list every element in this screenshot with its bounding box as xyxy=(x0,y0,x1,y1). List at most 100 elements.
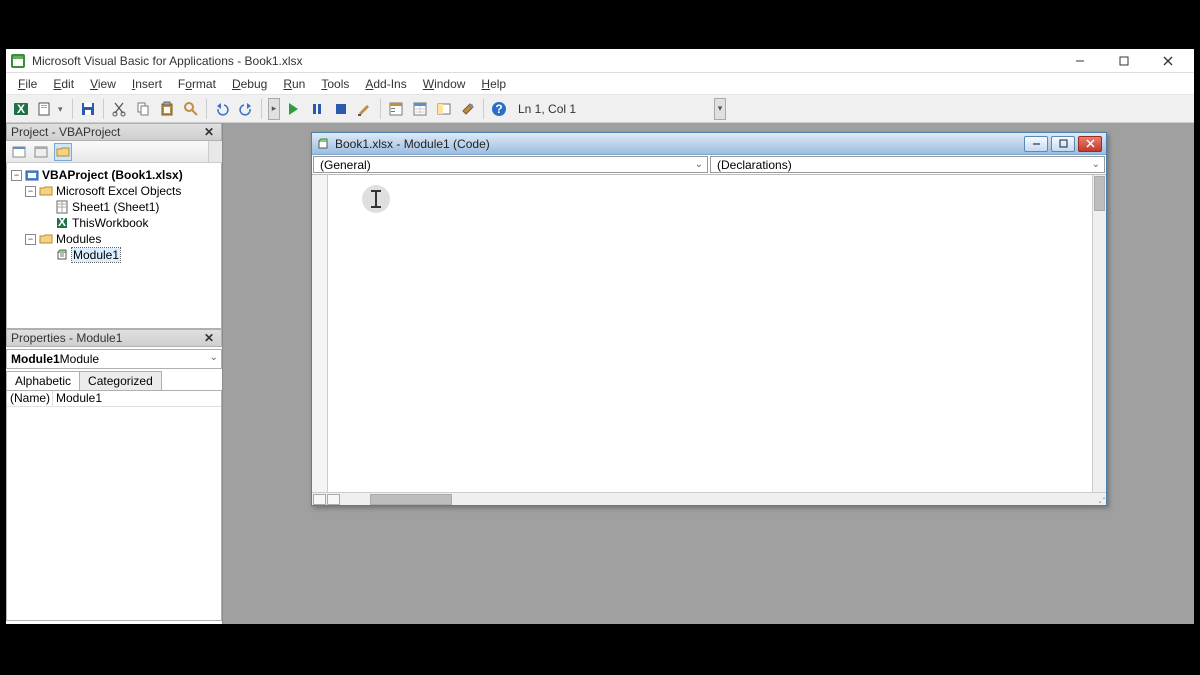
procedure-view-icon[interactable] xyxy=(313,494,326,505)
undo-icon[interactable] xyxy=(211,98,233,120)
folder-icon xyxy=(39,232,53,246)
properties-grid[interactable]: (Name) Module1 xyxy=(6,390,222,621)
project-explorer-icon[interactable] xyxy=(385,98,407,120)
props-combo-type: Module xyxy=(60,352,99,366)
code-margin xyxy=(312,175,328,492)
project-explorer: Project - VBAProject ✕ − VBAProject (Boo… xyxy=(6,123,222,329)
menu-view[interactable]: View xyxy=(82,75,124,93)
worksheet-icon xyxy=(55,200,69,214)
code-minimize-button[interactable] xyxy=(1024,136,1048,152)
properties-window-icon[interactable] xyxy=(409,98,431,120)
code-window-controls xyxy=(1024,136,1102,152)
object-selector[interactable]: (General) ⌄ xyxy=(313,156,708,173)
break-icon[interactable] xyxy=(306,98,328,120)
property-row-name[interactable]: (Name) Module1 xyxy=(7,391,221,407)
scrollbar-thumb[interactable] xyxy=(370,494,452,505)
tree-modules-folder[interactable]: − Modules xyxy=(9,231,219,247)
reset-icon[interactable] xyxy=(330,98,352,120)
design-mode-icon[interactable] xyxy=(354,98,376,120)
view-object-icon[interactable] xyxy=(32,143,50,161)
tree-project-root[interactable]: − VBAProject (Book1.xlsx) xyxy=(9,167,219,183)
chevron-down-icon: ⌄ xyxy=(695,159,703,170)
code-editor-area[interactable] xyxy=(312,175,1106,492)
full-module-view-icon[interactable] xyxy=(327,494,340,505)
folder-icon xyxy=(39,184,53,198)
project-panel-title: Project - VBAProject xyxy=(11,125,120,139)
procedure-selector[interactable]: (Declarations) ⌄ xyxy=(710,156,1105,173)
redo-icon[interactable] xyxy=(235,98,257,120)
scrollbar-thumb[interactable] xyxy=(1094,176,1105,211)
menu-tools[interactable]: Tools xyxy=(313,75,357,93)
toolbar-overflow-chevron[interactable]: ▾ xyxy=(714,98,726,120)
cut-icon[interactable] xyxy=(108,98,130,120)
app-frame: Microsoft Visual Basic for Applications … xyxy=(6,49,1194,624)
code-window-titlebar[interactable]: Book1.xlsx - Module1 (Code) xyxy=(312,133,1106,155)
project-panel-close-icon[interactable]: ✕ xyxy=(201,125,217,139)
minimize-button[interactable] xyxy=(1058,49,1102,73)
object-browser-icon[interactable] xyxy=(433,98,455,120)
save-icon[interactable] xyxy=(77,98,99,120)
help-icon[interactable]: ? xyxy=(488,98,510,120)
property-value[interactable]: Module1 xyxy=(53,391,221,406)
menu-format[interactable]: Format xyxy=(170,75,224,93)
tree-sheet1[interactable]: Sheet1 (Sheet1) xyxy=(9,199,219,215)
view-code-icon[interactable] xyxy=(10,143,28,161)
view-excel-icon[interactable]: X xyxy=(10,98,32,120)
chevron-down-icon: ⌄ xyxy=(1092,159,1100,170)
toggle-folders-icon[interactable] xyxy=(54,143,72,161)
tab-categorized[interactable]: Categorized xyxy=(79,371,162,390)
tree-label: Modules xyxy=(56,232,101,246)
paste-icon[interactable] xyxy=(156,98,178,120)
properties-panel-close-icon[interactable]: ✕ xyxy=(201,331,217,345)
tree-label: ThisWorkbook xyxy=(72,216,148,230)
collapse-icon[interactable]: − xyxy=(25,234,36,245)
toolbar-sep xyxy=(206,99,207,119)
resize-grip-icon[interactable] xyxy=(1095,495,1105,505)
tree-module1[interactable]: Module1 xyxy=(9,247,219,263)
menu-debug[interactable]: Debug xyxy=(224,75,275,93)
code-window: Book1.xlsx - Module1 (Code) (General) ⌄ … xyxy=(311,132,1107,506)
run-icon[interactable] xyxy=(282,98,304,120)
code-maximize-button[interactable] xyxy=(1051,136,1075,152)
menu-window[interactable]: Window xyxy=(415,75,474,93)
workbook-icon: X xyxy=(55,216,69,230)
project-tree[interactable]: − VBAProject (Book1.xlsx) − Microsoft Ex… xyxy=(6,163,222,329)
horizontal-scrollbar[interactable] xyxy=(342,494,1106,505)
menu-addins[interactable]: Add-Ins xyxy=(357,75,414,93)
svg-text:X: X xyxy=(17,102,25,116)
vba-app-icon xyxy=(10,53,26,69)
insert-dropdown-icon[interactable] xyxy=(58,102,68,116)
close-button[interactable] xyxy=(1146,49,1190,73)
maximize-button[interactable] xyxy=(1102,49,1146,73)
menu-help[interactable]: Help xyxy=(473,75,514,93)
project-toolbar-scroll[interactable] xyxy=(208,141,222,162)
tab-alphabetic[interactable]: Alphabetic xyxy=(6,371,80,390)
properties-object-selector[interactable]: Module1 Module ⌄ xyxy=(6,349,222,369)
menu-insert[interactable]: Insert xyxy=(124,75,170,93)
menu-edit[interactable]: Edit xyxy=(45,75,82,93)
toolbox-icon[interactable] xyxy=(457,98,479,120)
code-text[interactable] xyxy=(330,178,1090,492)
collapse-icon[interactable]: − xyxy=(25,186,36,197)
procedure-selector-value: (Declarations) xyxy=(717,158,792,172)
copy-icon[interactable] xyxy=(132,98,154,120)
insert-module-icon[interactable] xyxy=(34,98,56,120)
menu-run[interactable]: Run xyxy=(275,75,313,93)
vertical-scrollbar[interactable] xyxy=(1092,175,1106,492)
toolbar-split-chevron[interactable]: ▸ xyxy=(268,98,280,120)
window-title: Microsoft Visual Basic for Applications … xyxy=(32,54,1058,68)
tree-thisworkbook[interactable]: X ThisWorkbook xyxy=(9,215,219,231)
code-selectors: (General) ⌄ (Declarations) ⌄ xyxy=(312,155,1106,175)
tree-excel-objects-folder[interactable]: − Microsoft Excel Objects xyxy=(9,183,219,199)
find-icon[interactable] xyxy=(180,98,202,120)
project-panel-header: Project - VBAProject ✕ xyxy=(6,123,222,141)
window-controls xyxy=(1058,49,1190,73)
tree-label: Module1 xyxy=(72,248,120,262)
menu-file[interactable]: File xyxy=(10,75,45,93)
collapse-icon[interactable]: − xyxy=(11,170,22,181)
code-close-button[interactable] xyxy=(1078,136,1102,152)
toolbar-sep xyxy=(483,99,484,119)
properties-panel-title: Properties - Module1 xyxy=(11,331,122,345)
main-layout: Project - VBAProject ✕ − VBAProject (Boo… xyxy=(6,123,1194,624)
svg-text:X: X xyxy=(58,216,66,229)
